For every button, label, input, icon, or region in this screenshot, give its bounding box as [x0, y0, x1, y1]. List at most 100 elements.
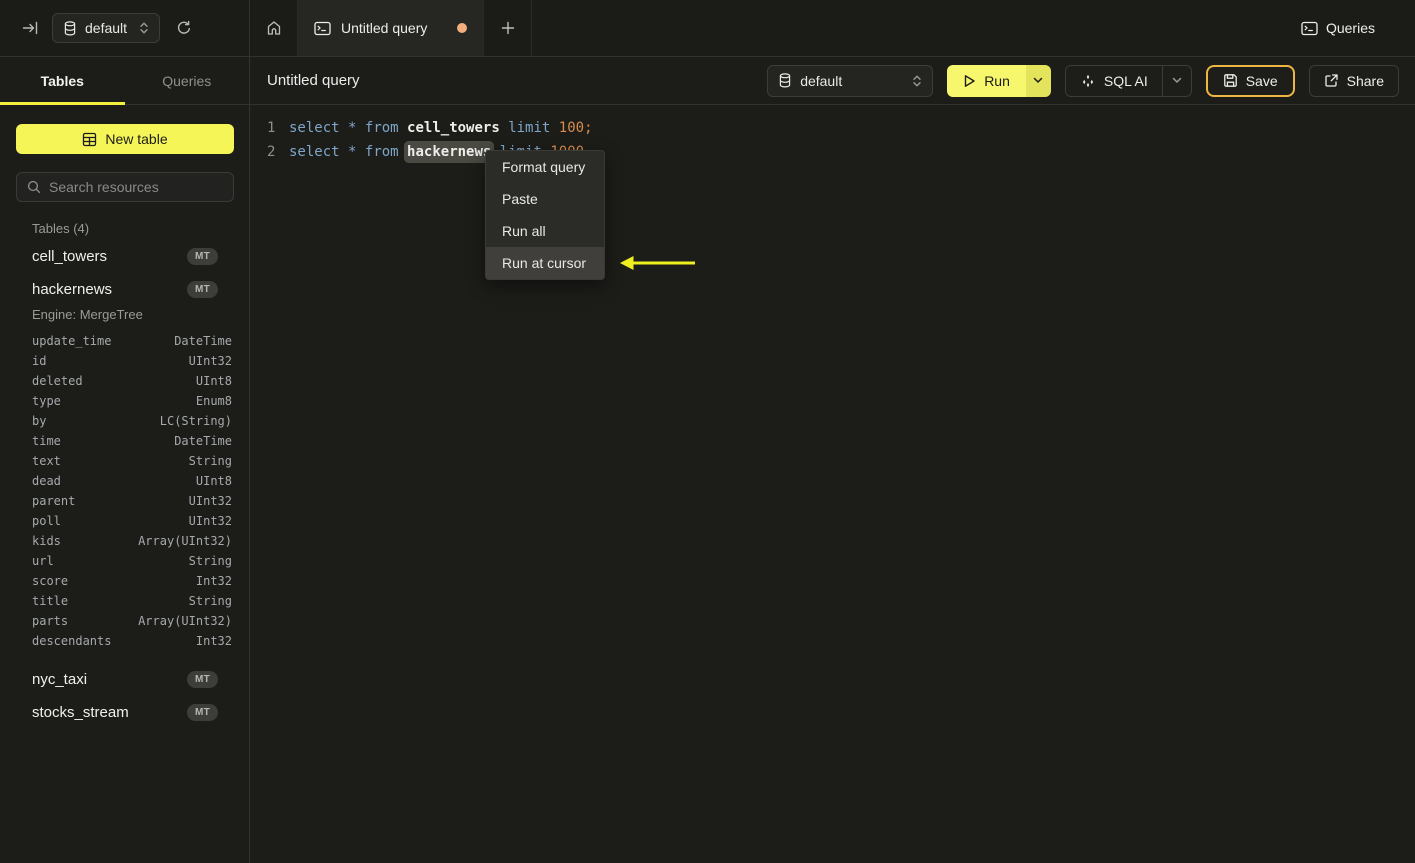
toolbar: default Run SQL AI Save Share — [767, 64, 1399, 97]
column-name: score — [32, 574, 69, 588]
column-type: UInt8 — [195, 374, 232, 388]
table-row[interactable]: cell_towers MT — [0, 240, 249, 273]
annotation-arrow — [616, 252, 698, 274]
home-button[interactable] — [250, 0, 298, 56]
column-type: Enum8 — [195, 394, 232, 408]
line-number: 1 — [267, 120, 276, 136]
table-name: hackernews — [32, 281, 113, 298]
home-icon — [266, 20, 282, 36]
column-name: by — [32, 414, 47, 428]
column-row: time DateTime — [0, 431, 249, 451]
database-selector-topbar[interactable]: default — [52, 13, 161, 43]
queries-button-label: Queries — [1325, 20, 1375, 36]
code-token: 100; — [558, 120, 593, 136]
refresh-button[interactable] — [170, 14, 198, 42]
sql-editor[interactable]: 1 select * from cell_towers limit 100; 2 se… — [250, 105, 1415, 164]
run-options-caret[interactable] — [1025, 64, 1051, 97]
sidebar-tab-tables[interactable]: Tables — [0, 57, 125, 105]
menu-item-paste[interactable]: Paste — [486, 183, 604, 215]
sql-ai-options-caret[interactable] — [1161, 65, 1191, 96]
new-tab-button[interactable] — [484, 0, 532, 56]
sparkles-icon — [1080, 73, 1096, 89]
column-type: String — [188, 594, 232, 608]
plus-icon — [501, 21, 515, 35]
editor-context-menu: Format query Paste Run all Run at cursor — [485, 150, 605, 280]
selected-token: hackernews — [407, 144, 492, 160]
topbar-right: Queries — [1301, 0, 1415, 56]
chevron-down-icon — [1172, 77, 1182, 84]
menu-item-format-query[interactable]: Format query — [486, 151, 604, 183]
column-type: Array(UInt32) — [138, 614, 232, 628]
topbar: default Untitled query Queries — [0, 0, 1415, 57]
database-icon — [63, 20, 77, 36]
column-row: title String — [0, 591, 249, 611]
column-row: url String — [0, 551, 249, 571]
code-token: select — [289, 144, 340, 160]
search-input[interactable] — [49, 179, 223, 195]
column-name: url — [32, 554, 54, 568]
column-row: text String — [0, 451, 249, 471]
tables-list: cell_towers MT hackernews MT Engine: MergeTr… — [0, 240, 249, 729]
queries-button[interactable]: Queries — [1301, 20, 1375, 36]
table-row[interactable]: stocks_stream MT — [0, 696, 249, 729]
code-token: from — [364, 144, 399, 160]
share-icon — [1324, 73, 1339, 88]
column-row: descendants Int32 — [0, 631, 249, 651]
sidebar-tab-queries[interactable]: Queries — [125, 57, 250, 104]
table-engine-label: Engine: MergeTree — [32, 307, 143, 322]
new-table-button[interactable]: New table — [16, 124, 234, 154]
table-row[interactable]: nyc_taxi MT — [0, 663, 249, 696]
column-row: update_time DateTime — [0, 331, 249, 351]
table-row[interactable]: hackernews MT — [0, 273, 249, 306]
column-row: parent UInt32 — [0, 491, 249, 511]
database-selector-toolbar[interactable]: default — [767, 64, 934, 97]
column-name: update_time — [32, 334, 112, 348]
column-name: time — [32, 434, 61, 448]
sql-ai-button[interactable]: SQL AI — [1066, 66, 1162, 96]
chevron-down-icon — [1033, 77, 1043, 84]
code-line: 2select * from hackernews limit 1000 — [250, 140, 1415, 164]
collapse-sidebar-button[interactable] — [16, 14, 44, 42]
play-icon — [963, 74, 976, 88]
search-icon — [27, 180, 41, 194]
code-token: select — [289, 120, 340, 136]
column-name: id — [32, 354, 47, 368]
column-name: poll — [32, 514, 61, 528]
share-button[interactable]: Share — [1308, 64, 1399, 97]
column-name: kids — [32, 534, 61, 548]
column-type: String — [188, 554, 232, 568]
column-type: UInt32 — [188, 494, 232, 508]
search-box[interactable] — [16, 172, 234, 202]
table-engine-badge: MT — [186, 671, 218, 688]
column-row: parts Array(UInt32) — [0, 611, 249, 631]
run-split-button: Run — [947, 64, 1051, 97]
sidebar: Tables Queries New table Tables (4) cell… — [0, 57, 250, 863]
column-type: UInt8 — [195, 474, 232, 488]
page-title: Untitled query — [267, 72, 360, 89]
column-type: String — [188, 454, 232, 468]
code-token: limit — [508, 120, 551, 136]
run-button[interactable]: Run — [947, 64, 1026, 97]
table-columns-list: update_time DateTime id UInt32 deleted UInt8 t… — [0, 331, 249, 651]
app: default Untitled query Queries Tables Qu… — [0, 0, 1415, 863]
code-token: from — [364, 120, 399, 136]
column-row: id UInt32 — [0, 351, 249, 371]
save-button-label: Save — [1245, 72, 1278, 89]
menu-item-run-all[interactable]: Run all — [486, 215, 604, 247]
menu-item-run-at-cursor[interactable]: Run at cursor — [486, 247, 604, 279]
column-name: type — [32, 394, 61, 408]
code-text: select * from cell_towers limit 100; — [289, 116, 593, 140]
save-button[interactable]: Save — [1205, 64, 1295, 97]
column-name: parts — [32, 614, 69, 628]
tab-untitled-query[interactable]: Untitled query — [298, 0, 484, 56]
unsaved-changes-dot — [457, 23, 467, 33]
database-icon — [778, 73, 792, 88]
sidebar-tab-tables-label: Tables — [40, 72, 84, 89]
column-type: Int32 — [195, 574, 232, 588]
topbar-left: default — [0, 0, 250, 56]
main-panel: Untitled query default Run SQL AI Save S… — [250, 57, 1415, 863]
